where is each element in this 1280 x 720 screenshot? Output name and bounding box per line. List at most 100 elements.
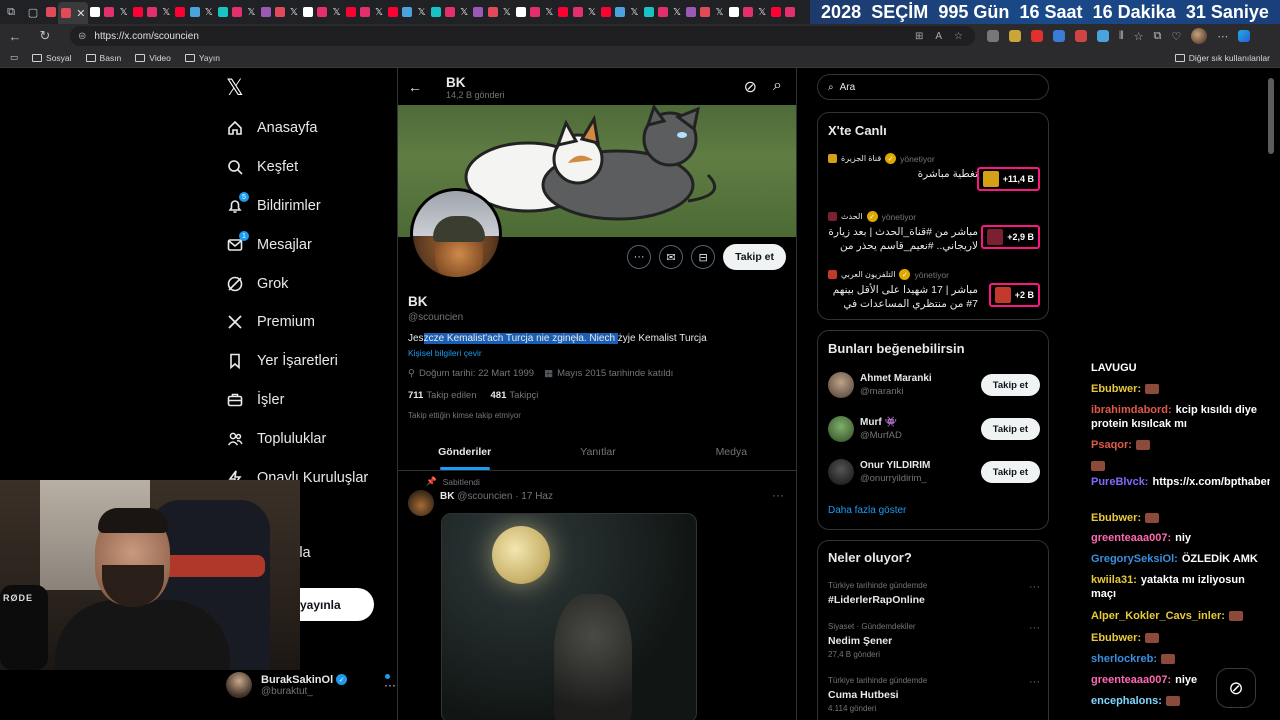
nav-item-mesajlar[interactable]: 1 Mesajlar: [226, 231, 312, 258]
show-more-link[interactable]: Daha fazla göster: [828, 505, 906, 516]
chat-username[interactable]: PureBlvck:: [1091, 476, 1148, 488]
chat-username[interactable]: greenteaaa007:: [1091, 532, 1171, 544]
back-icon[interactable]: ←: [0, 29, 30, 44]
trend-item[interactable]: Siyaset · Gündemdekiler Nedim Şener 27,4 B…: [828, 622, 1040, 659]
nav-item-grok[interactable]: Grok: [226, 271, 288, 297]
nav-item-topluluklar[interactable]: Topluluklar: [226, 426, 326, 452]
suggested-user[interactable]: Onur YILDIRIM @onurryildirim_ Takip et: [828, 456, 1040, 488]
tab-actions-icon[interactable]: ▢: [22, 0, 44, 24]
tab[interactable]: 𝕏: [202, 0, 216, 24]
tab[interactable]: [145, 0, 159, 24]
read-aloud-icon[interactable]: A: [935, 31, 942, 42]
extension-icon[interactable]: [1053, 30, 1065, 42]
tab-replies[interactable]: Yanıtlar: [531, 433, 664, 470]
nav-item-yer-i̇şaretleri[interactable]: Yer İşaretleri: [226, 348, 338, 374]
tab[interactable]: [344, 0, 358, 24]
tab[interactable]: [315, 0, 329, 24]
tab[interactable]: [358, 0, 372, 24]
more-options-icon[interactable]: ···: [1029, 622, 1040, 634]
favorite-star-icon[interactable]: ☆: [954, 31, 963, 42]
following-link[interactable]: 711 Takip edilen: [408, 390, 477, 401]
site-info-icon[interactable]: ⊜: [78, 31, 86, 42]
avatar[interactable]: [828, 372, 854, 398]
tab[interactable]: 𝕏: [415, 0, 429, 24]
close-tab-icon[interactable]: ✕: [76, 7, 85, 20]
tab[interactable]: [386, 0, 400, 24]
tab[interactable]: [769, 0, 783, 24]
search-input[interactable]: ⌕ Ara: [817, 74, 1049, 100]
more-options-icon[interactable]: ···: [1029, 581, 1040, 593]
chat-username[interactable]: Ebubwer:: [1091, 512, 1141, 524]
youtube-extension-icon[interactable]: [1031, 30, 1043, 42]
chat-username[interactable]: Psaqor:: [1091, 439, 1132, 451]
tab[interactable]: [642, 0, 656, 24]
more-options-icon[interactable]: ···: [1029, 676, 1040, 688]
favorites-icon[interactable]: ☆: [1134, 30, 1144, 43]
chat-username[interactable]: LAVUGU: [1091, 362, 1137, 374]
app-available-icon[interactable]: ⊞: [915, 31, 923, 42]
bookmark-folder-video[interactable]: Video: [135, 53, 171, 63]
tab[interactable]: [727, 0, 741, 24]
chat-username[interactable]: Ebubwer:: [1091, 383, 1141, 395]
split-screen-icon[interactable]: ⫴: [1119, 30, 1124, 43]
tab[interactable]: [783, 0, 797, 24]
live-item[interactable]: قناة الجزيرة ✓ yönetiyor تغطية مباشرة +11,4 …: [828, 153, 1040, 191]
nav-item-keşfet[interactable]: Keşfet: [226, 154, 298, 180]
live-listeners-pill[interactable]: +2 B: [988, 283, 1040, 307]
account-switcher[interactable]: BurakSakinOl ✓ @buraktut_ ···: [226, 668, 396, 702]
avatar[interactable]: [828, 416, 854, 442]
tweet-author-name[interactable]: BK: [440, 491, 454, 502]
suggested-user[interactable]: Ahmet Maranki @maranki Takip et: [828, 369, 1040, 401]
extension-icon[interactable]: [987, 30, 999, 42]
tab[interactable]: 𝕏: [329, 0, 343, 24]
tab-posts[interactable]: Gönderiler: [398, 433, 531, 470]
tab[interactable]: [44, 0, 58, 24]
translate-bio-link[interactable]: Kişisel bilgileri çevir: [408, 348, 482, 358]
extension-icon[interactable]: [1097, 30, 1109, 42]
tab[interactable]: [471, 0, 485, 24]
copilot-icon[interactable]: [1238, 30, 1251, 42]
chat-username[interactable]: Ebubwer:: [1091, 632, 1141, 644]
tab[interactable]: [131, 0, 145, 24]
avatar[interactable]: [408, 490, 434, 516]
nav-item-premium[interactable]: Premium: [226, 309, 315, 335]
tab[interactable]: [273, 0, 287, 24]
tab[interactable]: 𝕏: [670, 0, 684, 24]
chat-username[interactable]: GregorySeksiOl:: [1091, 553, 1178, 565]
chat-username[interactable]: sherlockreb:: [1091, 653, 1157, 665]
tab[interactable]: [698, 0, 712, 24]
chat-username[interactable]: kwiila31:: [1091, 574, 1137, 586]
tab[interactable]: [88, 0, 102, 24]
tab[interactable]: 𝕏: [712, 0, 726, 24]
tab[interactable]: 𝕏: [500, 0, 514, 24]
tab[interactable]: [656, 0, 670, 24]
live-item[interactable]: الحدث ✓ yönetiyor مباشر من #قناة_الحدث | بع…: [828, 211, 1040, 253]
reading-list-icon[interactable]: ▭: [10, 52, 18, 63]
search-icon[interactable]: ⌕: [773, 77, 782, 97]
tab[interactable]: [485, 0, 499, 24]
tab[interactable]: [102, 0, 116, 24]
tab[interactable]: [429, 0, 443, 24]
bookmark-folder-yayin[interactable]: Yayın: [184, 53, 220, 63]
tab[interactable]: 𝕏: [542, 0, 556, 24]
tab[interactable]: 𝕏: [627, 0, 641, 24]
url-field[interactable]: ⊜ https://x.com/scouncien ⊞ A ☆: [70, 26, 975, 46]
tab[interactable]: [301, 0, 315, 24]
tab[interactable]: 𝕏: [457, 0, 471, 24]
tab[interactable]: [514, 0, 528, 24]
live-listeners-pill[interactable]: +2,9 B: [981, 225, 1040, 249]
subscribe-icon[interactable]: ⊟: [691, 245, 716, 269]
tab[interactable]: [684, 0, 698, 24]
tab[interactable]: 𝕏: [117, 0, 131, 24]
tab-active[interactable]: ✕: [58, 2, 89, 24]
live-listeners-pill[interactable]: +11,4 B: [976, 167, 1040, 191]
settings-more-icon[interactable]: ⋯: [1217, 30, 1228, 43]
nav-item-bildirimler[interactable]: 5 Bildirimler: [226, 192, 321, 219]
profile-avatar[interactable]: [410, 188, 502, 280]
nav-item-i̇şler[interactable]: İşler: [226, 387, 284, 413]
grok-icon[interactable]: ⊘: [744, 77, 757, 97]
tweet-more-icon[interactable]: ···: [772, 488, 784, 502]
tab[interactable]: [258, 0, 272, 24]
browser-essentials-icon[interactable]: ♡: [1171, 30, 1181, 43]
tab[interactable]: [556, 0, 570, 24]
